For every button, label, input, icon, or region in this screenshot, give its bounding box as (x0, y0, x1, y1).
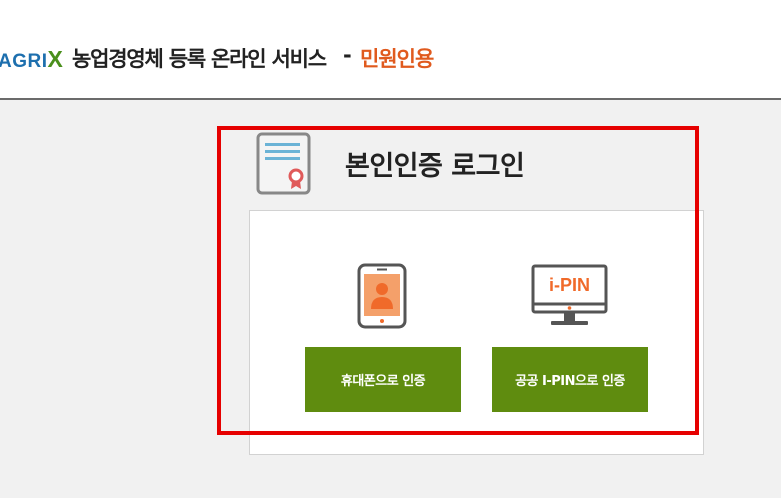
ipin-icon-text: i-PIN (549, 275, 590, 295)
agrix-logo[interactable]: AGRIX (0, 46, 63, 73)
title-separator: - (343, 43, 352, 67)
logo-x-mark: X (47, 46, 64, 72)
smartphone-icon (357, 263, 407, 333)
site-subtitle: 민원인용 (360, 47, 434, 71)
logo-text: AGRI (0, 51, 48, 72)
phone-auth-button[interactable]: 휴대폰으로 인증 (305, 347, 461, 412)
page-heading: 본인인증 로그인 (345, 151, 525, 182)
site-header: AGRIX 농업경영체 등록 온라인 서비스 - 민원인용 (0, 0, 781, 100)
auth-panel (249, 210, 704, 455)
ipin-monitor-icon: i-PIN (531, 264, 609, 334)
site-title: 농업경영체 등록 온라인 서비스 (72, 47, 327, 71)
certificate-icon (256, 132, 312, 200)
ipin-auth-button[interactable]: 공공 I-PIN으로 인증 (492, 347, 648, 412)
